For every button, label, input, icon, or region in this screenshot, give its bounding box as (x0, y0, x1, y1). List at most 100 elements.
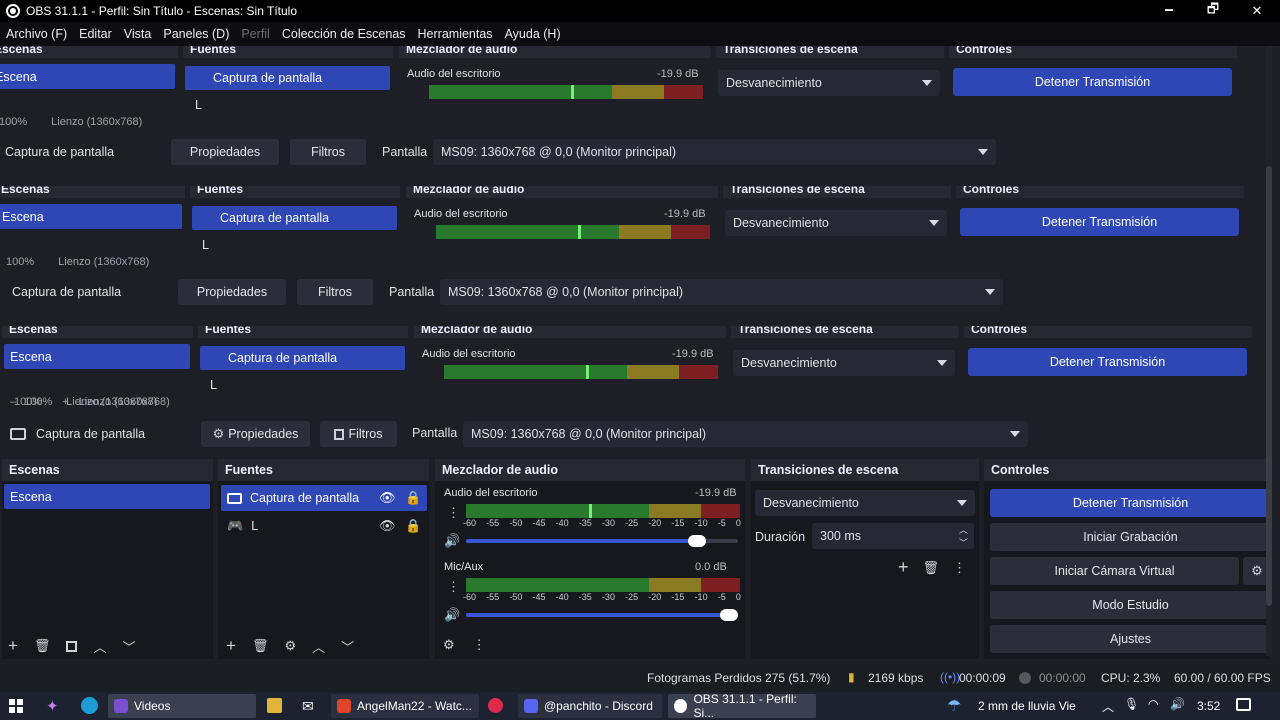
stop-stream-button[interactable]: Detener Transmisión (990, 489, 1271, 517)
more-icon[interactable]: ⋮ (447, 579, 460, 595)
tray-chevron-icon[interactable]: ︿ (1102, 698, 1114, 715)
add-transition-icon[interactable]: + (898, 557, 909, 578)
start-recording-button[interactable]: Iniciar Grabación (990, 523, 1271, 551)
menu-coleccion[interactable]: Colección de Escenas (276, 27, 412, 41)
volume-slider[interactable] (466, 535, 738, 547)
gear-icon[interactable]: ⚙ (284, 638, 296, 654)
preview-area[interactable]: Escenas Escena Fuentes Captura de pantalla L… (0, 46, 1262, 406)
status-bar: Fotogramas Perdidos 275 (51.7%) ▮ 2169 k… (0, 664, 1280, 692)
volume-slider[interactable] (466, 609, 738, 621)
filter-icon (334, 428, 345, 440)
weather-icon[interactable]: ☂ (947, 696, 961, 716)
close-button[interactable]: ✕ (1235, 0, 1279, 22)
advanced-audio-icon[interactable]: ⚙ (443, 637, 455, 653)
dropped-frames: Fotogramas Perdidos 275 (51.7%) (647, 671, 831, 685)
minimize-button[interactable]: 🗕 (1147, 0, 1191, 22)
more-icon[interactable]: ⋮ (953, 560, 966, 576)
transition-select[interactable]: Desvanecimiento (755, 490, 975, 516)
display-value: MS09: 1360x768 @ 0,0 (Monitor principal) (471, 427, 707, 441)
echo-transition-select: Desvanecimiento (718, 70, 940, 96)
signal-icon: ▮ (848, 670, 855, 684)
taskbar-item-discord[interactable]: @panchito - Discord (518, 694, 662, 718)
settings-button[interactable]: Ajustes (990, 625, 1271, 653)
menu-herramientas[interactable]: Herramientas (412, 27, 499, 41)
file-explorer-icon[interactable] (267, 698, 282, 713)
speaker-icon[interactable]: 🔊 (1170, 697, 1185, 711)
meter-green (466, 578, 649, 592)
echo-source-name: Captura de pantalla (5, 145, 115, 159)
menu-paneles[interactable]: Paneles (D) (157, 27, 235, 41)
mail-icon[interactable]: ✉ (302, 698, 314, 715)
echo-transitions-header: Transiciones de escena (731, 326, 959, 338)
spin-down-icon[interactable]: ﹀ (959, 536, 968, 549)
more-icon[interactable]: ⋮ (473, 637, 486, 653)
menu-ayuda[interactable]: Ayuda (H) (499, 27, 567, 41)
virtual-camera-button[interactable]: Iniciar Cámara Virtual (990, 557, 1239, 585)
edge-icon[interactable] (81, 697, 98, 714)
display-select[interactable]: MS09: 1360x768 @ 0,0 (Monitor principal) (463, 421, 1028, 447)
taskbar-item-videos[interactable]: Videos (108, 694, 256, 718)
scene-filter-icon[interactable] (66, 640, 78, 652)
speaker-icon[interactable]: 🔊 (444, 607, 460, 623)
volume-knob[interactable] (720, 609, 738, 621)
videos-icon (114, 699, 128, 713)
notifications-icon[interactable] (1236, 698, 1251, 711)
echo-controls-title: Controles (971, 326, 1028, 336)
source-item-screen[interactable]: Captura de pantalla 👁 🔒 (221, 485, 427, 511)
echo-scenes-title: Escenas (0, 46, 43, 56)
channel-db: -19.9 dB (695, 487, 737, 499)
scrollbar-thumb[interactable] (1266, 166, 1272, 606)
scene-item[interactable]: Escena (4, 484, 210, 509)
taskbar-item-obs[interactable]: OBS 31.1.1 - Perfil: Si... (668, 692, 816, 720)
source-item-l[interactable]: 🎮 L 👁 🔒 (227, 517, 427, 535)
copilot-icon[interactable]: ✦ (46, 697, 59, 715)
volume-knob[interactable] (688, 535, 706, 547)
duration-input[interactable]: 300 ms ︿ ﹀ (812, 523, 974, 549)
move-down-icon[interactable]: ﹀ (122, 637, 135, 656)
menu-vista[interactable]: Vista (118, 27, 158, 41)
trash-icon[interactable]: 🗑 (34, 638, 51, 654)
wifi-icon[interactable]: ◠ (1148, 697, 1158, 711)
filters-button[interactable]: Filtros (320, 421, 397, 447)
channel-db: 0.0 dB (695, 561, 727, 573)
bitrate: 2169 kbps (868, 671, 924, 685)
eye-icon[interactable]: 👁 (379, 490, 396, 506)
taskbar-item-browser[interactable]: AngelMan22 - Watc... (331, 694, 479, 718)
echo-canvas: Lienzo (1360x768) (51, 116, 143, 128)
more-icon[interactable]: ⋮ (447, 505, 460, 521)
media-icon[interactable] (488, 698, 503, 713)
meter-tick: -5 (717, 518, 726, 528)
studio-mode-button[interactable]: Modo Estudio (990, 591, 1271, 619)
menu-archivo[interactable]: Archivo (F) (0, 27, 73, 41)
echo-transitions-header: Transiciones de escena (723, 186, 951, 198)
move-down-icon[interactable]: ﹀ (341, 637, 354, 656)
spin-up-icon[interactable]: ︿ (959, 523, 968, 536)
menu-perfil[interactable]: Perfil (235, 27, 275, 41)
clock[interactable]: 3:52 (1197, 699, 1220, 713)
add-source-icon[interactable]: + (226, 636, 236, 656)
maximize-button[interactable]: 🗗 (1191, 0, 1235, 22)
title-bar: OBS 31.1.1 - Perfil: Sin Título - Escena… (0, 0, 1280, 22)
echo-stop-stream: Detener Transmisión (953, 68, 1232, 96)
move-up-icon[interactable]: ︿ (312, 637, 325, 656)
echo-source-label: Captura de pantalla (213, 71, 323, 85)
windows-start-icon[interactable] (9, 699, 23, 713)
speaker-icon[interactable]: 🔊 (444, 533, 460, 549)
scenes-header: Escenas (2, 459, 213, 481)
eye-icon[interactable]: 👁 (379, 518, 396, 534)
echo-source-item: Captura de pantalla (200, 346, 405, 370)
preview-echo: Escenas Escena Fuentes Captura de pantalla L… (0, 186, 1262, 326)
trash-icon[interactable]: 🗑 (252, 638, 269, 654)
lock-icon[interactable]: 🔒 (405, 490, 421, 506)
menu-editar[interactable]: Editar (73, 27, 118, 41)
add-scene-icon[interactable]: + (8, 636, 18, 656)
meter-tick: -60 (463, 518, 477, 528)
properties-button[interactable]: ⚙ Propiedades (201, 421, 310, 447)
trash-icon[interactable]: 🗑 (923, 560, 940, 576)
weather-text[interactable]: 2 mm de lluvia Vie (978, 699, 1076, 713)
channel-name: Mic/Aux (444, 561, 484, 573)
microphone-icon[interactable]: 🎙 (1124, 697, 1139, 711)
move-up-icon[interactable]: ︿ (93, 637, 106, 656)
vertical-scrollbar[interactable] (1266, 46, 1272, 656)
lock-icon[interactable]: 🔒 (405, 518, 421, 534)
